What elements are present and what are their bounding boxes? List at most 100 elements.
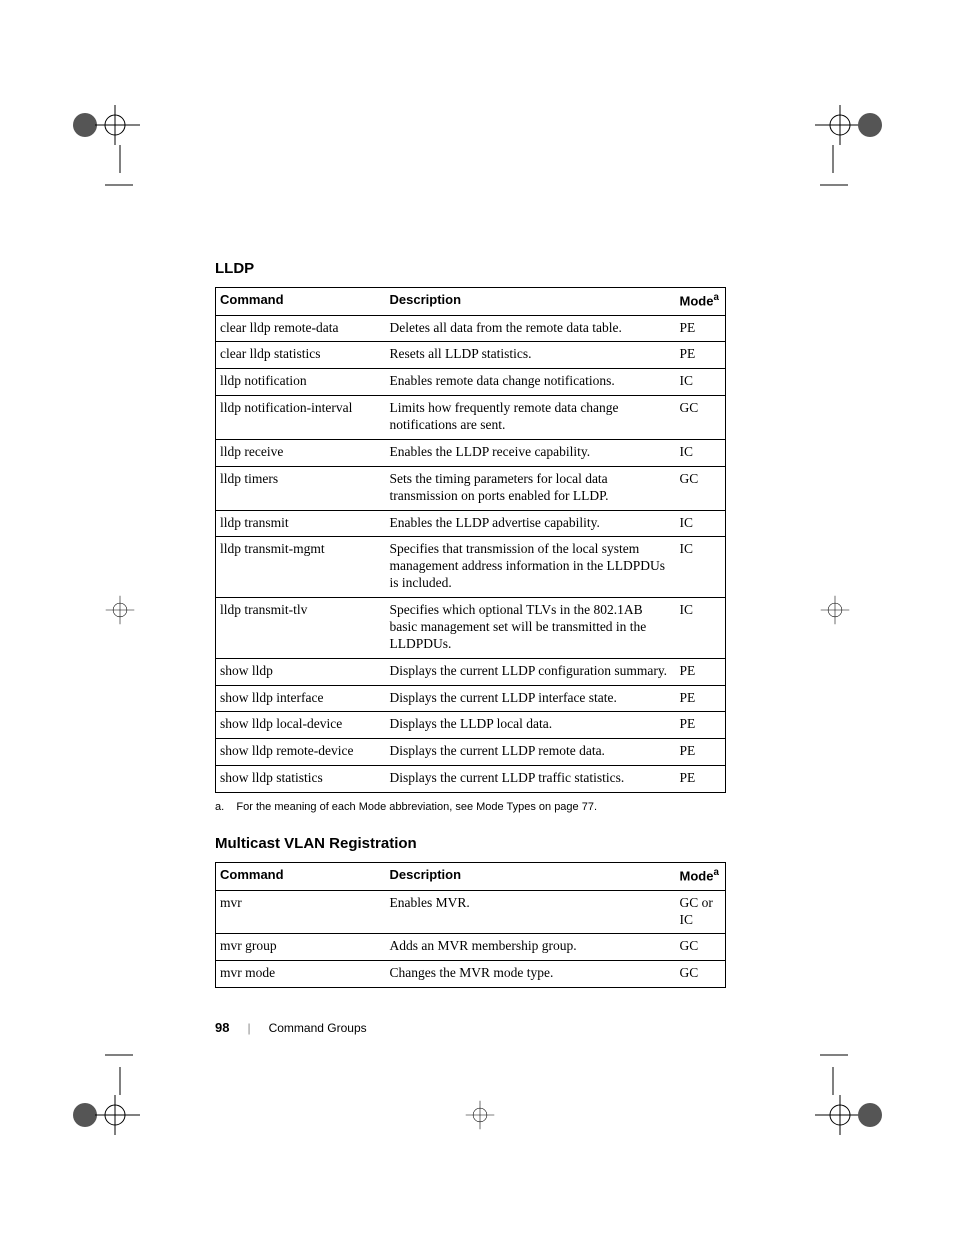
cell-command: mvr group [216,934,386,961]
col-header-command: Command [216,288,386,316]
cell-command: show lldp statistics [216,766,386,793]
mode-header-text: Mode [680,868,714,883]
crop-tick-icon [105,1035,135,1100]
table-row: mvr groupAdds an MVR membership group.GC [216,934,726,961]
col-header-command: Command [216,863,386,891]
cell-mode: GC [676,466,726,510]
table-row: lldp transmit-tlvSpecifies which optiona… [216,598,726,659]
registration-mark-icon [815,90,885,165]
table-row: lldp transmit-mgmtSpecifies that transmi… [216,537,726,598]
table-row: show lldpDisplays the current LLDP confi… [216,658,726,685]
cell-description: Displays the current LLDP configuration … [386,658,676,685]
table-row: show lldp local-deviceDisplays the LLDP … [216,712,726,739]
col-header-mode: Modea [676,863,726,891]
cell-mode: PE [676,685,726,712]
registration-mark-icon [815,590,855,635]
cell-mode: IC [676,537,726,598]
footer-section-name: Command Groups [269,1021,367,1035]
cell-description: Enables the LLDP receive capability. [386,439,676,466]
registration-mark-icon [460,1095,500,1140]
crop-tick-icon [818,145,848,210]
cell-description: Enables the LLDP advertise capability. [386,510,676,537]
table-header-row: Command Description Modea [216,863,726,891]
cell-command: lldp receive [216,439,386,466]
cell-description: Sets the timing parameters for local dat… [386,466,676,510]
registration-mark-icon [70,90,140,165]
registration-mark-icon [815,1080,885,1155]
cell-description: Changes the MVR mode type. [386,961,676,988]
mode-header-sup: a [713,867,718,878]
cell-mode: PE [676,342,726,369]
table-row: mvr modeChanges the MVR mode type.GC [216,961,726,988]
section-title-mvr: Multicast VLAN Registration [215,835,725,852]
cell-mode: IC [676,369,726,396]
cell-mode: GC [676,934,726,961]
cell-mode: GC or IC [676,890,726,934]
table-row: clear lldp statisticsResets all LLDP sta… [216,342,726,369]
cell-command: lldp transmit [216,510,386,537]
cell-description: Specifies that transmission of the local… [386,537,676,598]
cell-mode: PE [676,739,726,766]
cell-mode: PE [676,712,726,739]
cell-description: Displays the current LLDP traffic statis… [386,766,676,793]
col-header-description: Description [386,863,676,891]
cell-command: mvr mode [216,961,386,988]
table-row: lldp notificationEnables remote data cha… [216,369,726,396]
col-header-description: Description [386,288,676,316]
cell-command: lldp transmit-tlv [216,598,386,659]
page-footer: 98 | Command Groups [215,1020,367,1035]
table-row: lldp transmitEnables the LLDP advertise … [216,510,726,537]
table-row: lldp notification-intervalLimits how fre… [216,396,726,440]
cell-mode: IC [676,598,726,659]
cell-command: show lldp interface [216,685,386,712]
cell-mode: PE [676,766,726,793]
cell-command: show lldp [216,658,386,685]
registration-mark-icon [100,590,140,635]
cell-command: lldp timers [216,466,386,510]
cell-command: show lldp local-device [216,712,386,739]
cell-mode: IC [676,510,726,537]
cell-command: show lldp remote-device [216,739,386,766]
table-header-row: Command Description Modea [216,288,726,316]
footnote-label: a. [215,801,224,813]
crop-tick-icon [105,145,135,210]
cell-description: Adds an MVR membership group. [386,934,676,961]
cell-command: clear lldp remote-data [216,315,386,342]
cell-description: Specifies which optional TLVs in the 802… [386,598,676,659]
page-content: LLDP Command Description Modea clear lld… [215,260,725,988]
registration-mark-icon [70,1080,140,1155]
cell-mode: GC [676,961,726,988]
cell-mode: IC [676,439,726,466]
table-row: show lldp remote-deviceDisplays the curr… [216,739,726,766]
cell-command: lldp notification-interval [216,396,386,440]
crop-tick-icon [818,1035,848,1100]
cell-description: Limits how frequently remote data change… [386,396,676,440]
page-number: 98 [215,1020,229,1035]
table-footnote: a. For the meaning of each Mode abbrevia… [215,801,725,813]
cell-description: Displays the current LLDP remote data. [386,739,676,766]
lldp-table: Command Description Modea clear lldp rem… [215,287,726,793]
cell-description: Displays the LLDP local data. [386,712,676,739]
table-row: lldp receiveEnables the LLDP receive cap… [216,439,726,466]
cell-description: Enables remote data change notifications… [386,369,676,396]
mode-header-text: Mode [680,293,714,308]
mvr-table: Command Description Modea mvrEnables MVR… [215,862,726,988]
cell-description: Displays the current LLDP interface stat… [386,685,676,712]
cell-mode: GC [676,396,726,440]
table-row: lldp timersSets the timing parameters fo… [216,466,726,510]
footnote-text: For the meaning of each Mode abbreviatio… [236,801,597,813]
cell-description: Resets all LLDP statistics. [386,342,676,369]
cell-command: lldp notification [216,369,386,396]
section-title-lldp: LLDP [215,260,725,277]
table-row: clear lldp remote-dataDeletes all data f… [216,315,726,342]
cell-description: Enables MVR. [386,890,676,934]
cell-command: clear lldp statistics [216,342,386,369]
col-header-mode: Modea [676,288,726,316]
cell-mode: PE [676,315,726,342]
mode-header-sup: a [713,292,718,303]
table-row: mvrEnables MVR.GC or IC [216,890,726,934]
footer-separator: | [247,1021,250,1035]
table-row: show lldp statisticsDisplays the current… [216,766,726,793]
table-row: show lldp interfaceDisplays the current … [216,685,726,712]
cell-description: Deletes all data from the remote data ta… [386,315,676,342]
